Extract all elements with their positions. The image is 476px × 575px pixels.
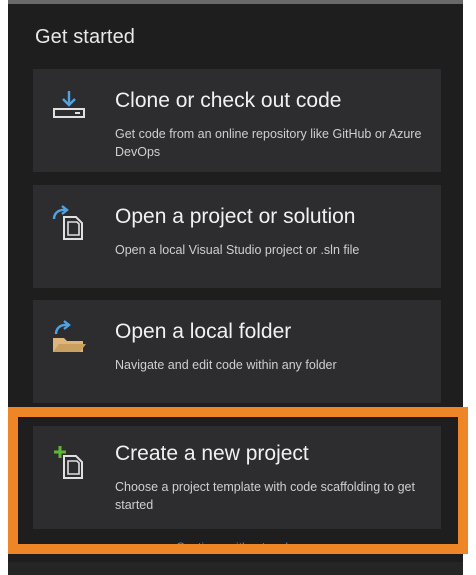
new-project-icon	[50, 444, 88, 482]
open-project-card[interactable]: Open a project or solution Open a local …	[33, 185, 441, 288]
open-project-card-title: Open a project or solution	[115, 205, 356, 228]
section-title: Get started	[35, 26, 136, 48]
create-project-card-description: Choose a project template with code scaf…	[115, 480, 415, 512]
open-folder-icon	[50, 320, 88, 358]
open-project-icon	[50, 205, 88, 243]
window: Get started Clone or check out code Get …	[0, 0, 476, 575]
create-project-card-title: Create a new project	[115, 442, 309, 465]
clone-icon	[50, 89, 88, 127]
clone-card-description: Get code from an online repository like …	[115, 127, 422, 159]
open-folder-card-description: Navigate and edit code within any folder	[115, 358, 337, 372]
panel-bottom-edge	[8, 562, 463, 575]
open-folder-card-title: Open a local folder	[115, 320, 292, 343]
clone-card-title: Clone or check out code	[115, 89, 342, 112]
clone-card[interactable]: Clone or check out code Get code from an…	[33, 69, 441, 172]
continue-without-code-link[interactable]: Continue without code ➔	[176, 540, 308, 554]
create-project-card[interactable]: Create a new project Choose a project te…	[33, 426, 441, 529]
open-folder-card[interactable]: Open a local folder Navigate and edit co…	[33, 300, 441, 403]
open-project-card-description: Open a local Visual Studio project or .s…	[115, 243, 360, 257]
